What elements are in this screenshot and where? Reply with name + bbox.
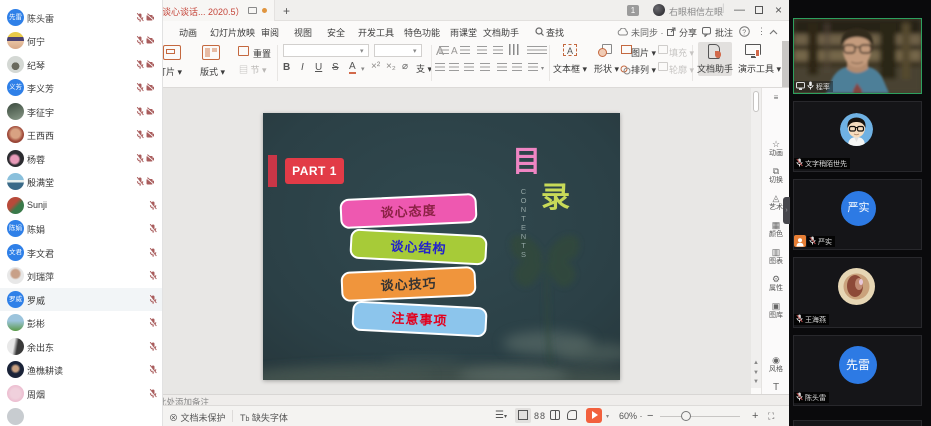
svg-text:?: ? [742,29,746,36]
